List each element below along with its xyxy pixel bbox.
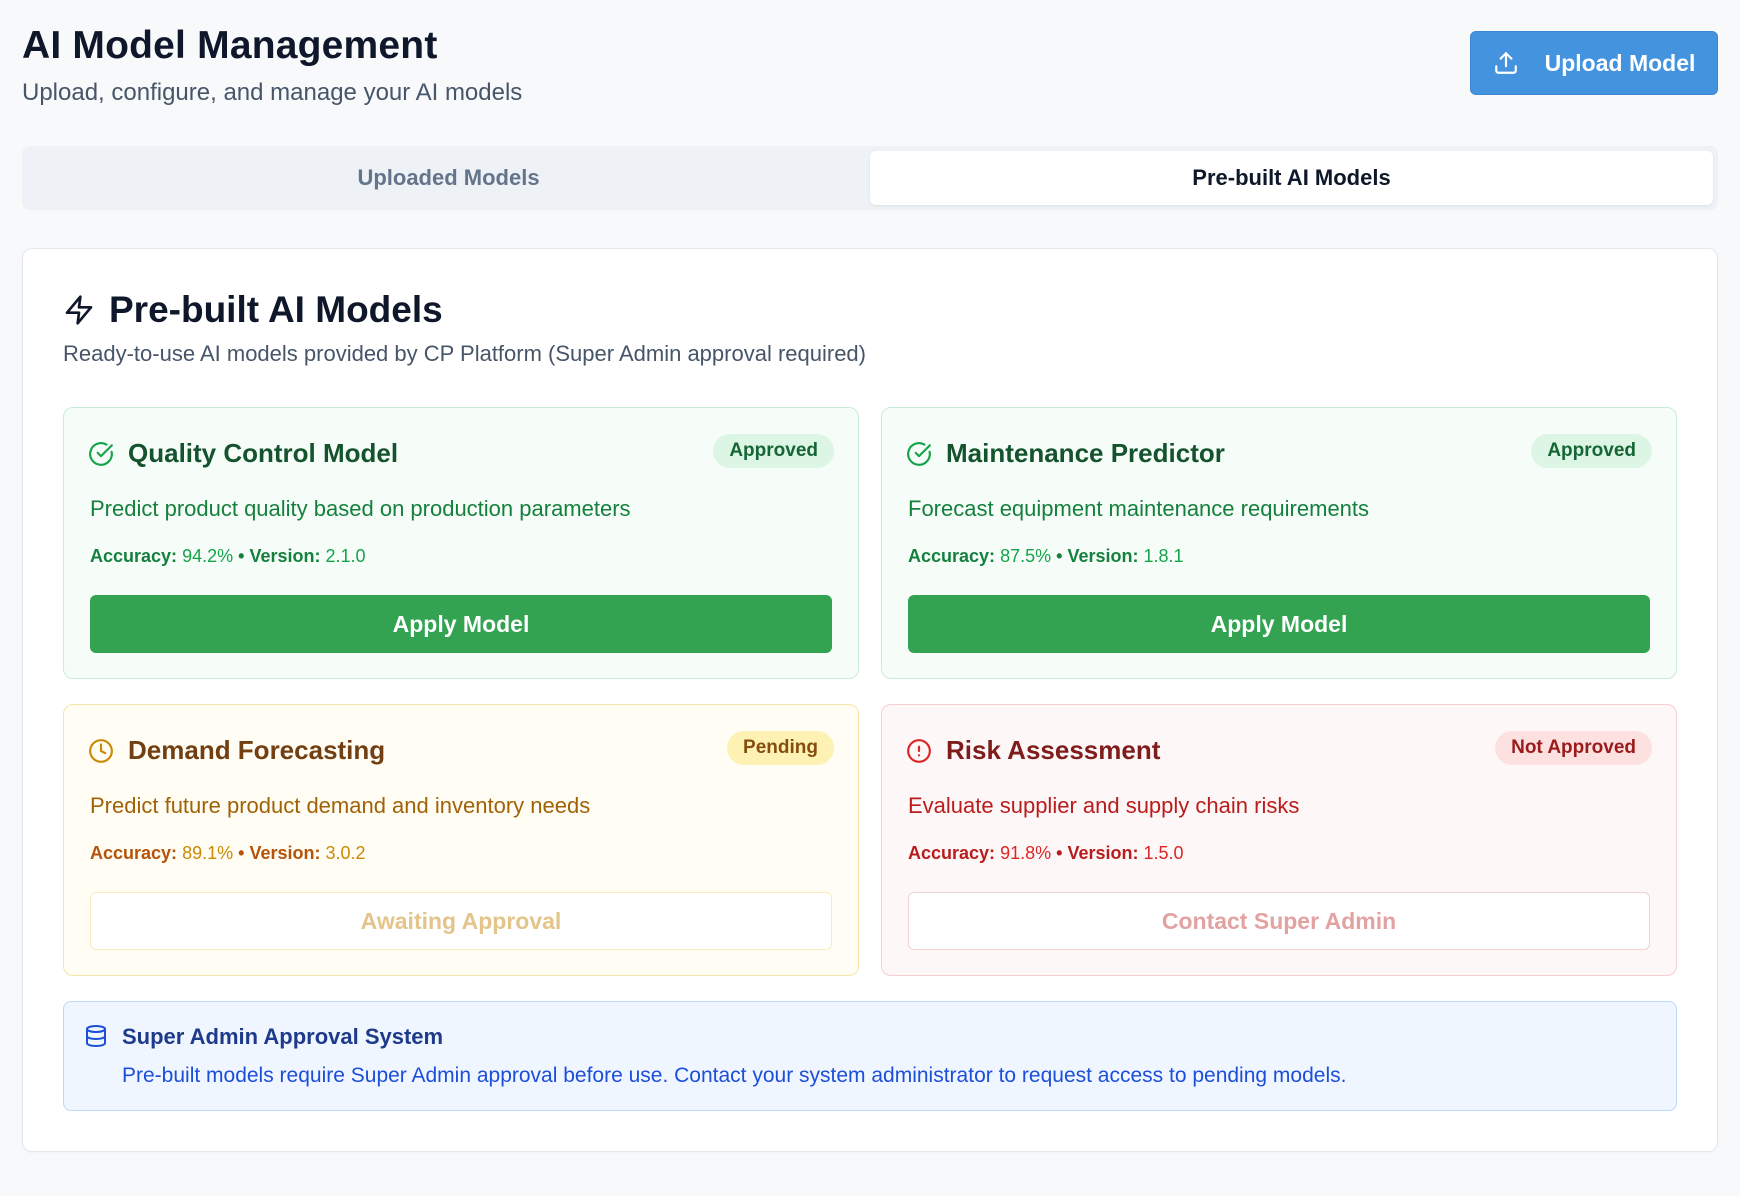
check-circle-icon [89, 441, 113, 466]
database-icon [86, 1025, 106, 1047]
model-description: Evaluate supplier and supply chain risks [908, 793, 1300, 818]
approval-info-box: Super Admin Approval System Pre-built mo… [63, 1001, 1677, 1111]
accuracy-value: 91.8% [1000, 843, 1052, 863]
upload-model-label: Upload Model [1544, 49, 1696, 76]
model-name: Risk Assessment [946, 735, 1161, 765]
tab-prebuilt-models[interactable]: Pre-built AI Models [870, 151, 1713, 205]
accuracy-value: 94.2% [182, 546, 234, 566]
apply-model-button[interactable]: Apply Model [90, 595, 832, 653]
card-header: Demand Forecasting [88, 735, 385, 766]
meta-separator: • [238, 546, 245, 566]
card-header: Quality Control Model [88, 438, 398, 469]
version-label: Version: [249, 546, 321, 566]
meta-separator: • [238, 843, 245, 863]
model-description: Predict future product demand and invent… [90, 793, 591, 818]
version-value: 1.5.0 [1143, 843, 1184, 863]
page-subtitle: Upload, configure, and manage your AI mo… [22, 79, 523, 106]
model-meta: Accuracy: 94.2% • Version: 2.1.0 [90, 546, 366, 567]
info-text: Pre-built models require Super Admin app… [122, 1064, 1347, 1087]
status-badge: Pending [727, 731, 834, 765]
accuracy-value: 89.1% [182, 843, 234, 863]
panel-header: Pre-built AI Models [63, 289, 443, 331]
tab-uploaded-models[interactable]: Uploaded Models [27, 151, 870, 205]
version-value: 2.1.0 [325, 546, 366, 566]
version-label: Version: [1067, 546, 1139, 566]
model-name: Maintenance Predictor [946, 438, 1225, 468]
accuracy-label: Accuracy: [90, 546, 178, 566]
status-badge: Approved [1531, 434, 1652, 468]
model-name: Quality Control Model [128, 438, 399, 468]
model-description: Predict product quality based on product… [90, 496, 631, 521]
page-title: AI Model Management [22, 24, 438, 67]
version-label: Version: [1067, 843, 1139, 863]
check-circle-icon [907, 441, 931, 466]
model-description: Forecast equipment maintenance requireme… [908, 496, 1370, 521]
contact-super-admin-button[interactable]: Contact Super Admin [908, 892, 1650, 950]
model-meta: Accuracy: 91.8% • Version: 1.5.0 [908, 843, 1184, 864]
card-header: Risk Assessment [906, 735, 1160, 766]
accuracy-label: Accuracy: [908, 843, 996, 863]
model-card-maintenance-predictor: Maintenance Predictor Approved Forecast … [881, 407, 1677, 679]
awaiting-approval-button[interactable]: Awaiting Approval [90, 892, 832, 950]
tab-list: Uploaded Models Pre-built AI Models [22, 146, 1718, 210]
status-badge: Approved [713, 434, 834, 468]
model-card-demand-forecasting: Demand Forecasting Pending Predict futur… [63, 704, 859, 976]
meta-separator: • [1056, 546, 1063, 566]
card-header: Maintenance Predictor [906, 438, 1225, 469]
accuracy-label: Accuracy: [908, 546, 996, 566]
model-meta: Accuracy: 87.5% • Version: 1.8.1 [908, 546, 1184, 567]
model-card-risk-assessment: Risk Assessment Not Approved Evaluate su… [881, 704, 1677, 976]
version-value: 1.8.1 [1143, 546, 1184, 566]
panel-title: Pre-built AI Models [109, 289, 443, 330]
model-card-quality-control: Quality Control Model Approved Predict p… [63, 407, 859, 679]
version-value: 3.0.2 [325, 843, 366, 863]
info-title: Super Admin Approval System [122, 1024, 444, 1049]
apply-model-button[interactable]: Apply Model [908, 595, 1650, 653]
model-meta: Accuracy: 89.1% • Version: 3.0.2 [90, 843, 366, 864]
upload-model-button[interactable]: Upload Model [1470, 31, 1718, 95]
page: AI Model Management Upload, configure, a… [0, 0, 1740, 1196]
accuracy-label: Accuracy: [90, 843, 178, 863]
upload-icon [1494, 52, 1517, 74]
status-badge: Not Approved [1495, 731, 1652, 765]
version-label: Version: [249, 843, 321, 863]
panel-description: Ready-to-use AI models provided by CP Pl… [63, 341, 866, 366]
page-header: AI Model Management Upload, configure, a… [22, 22, 1718, 112]
clock-icon [89, 738, 113, 763]
meta-separator: • [1056, 843, 1063, 863]
accuracy-value: 87.5% [1000, 546, 1052, 566]
model-name: Demand Forecasting [128, 735, 386, 765]
alert-circle-icon [907, 738, 931, 763]
lightning-icon [65, 295, 93, 325]
prebuilt-models-panel: Pre-built AI Models Ready-to-use AI mode… [22, 248, 1718, 1152]
